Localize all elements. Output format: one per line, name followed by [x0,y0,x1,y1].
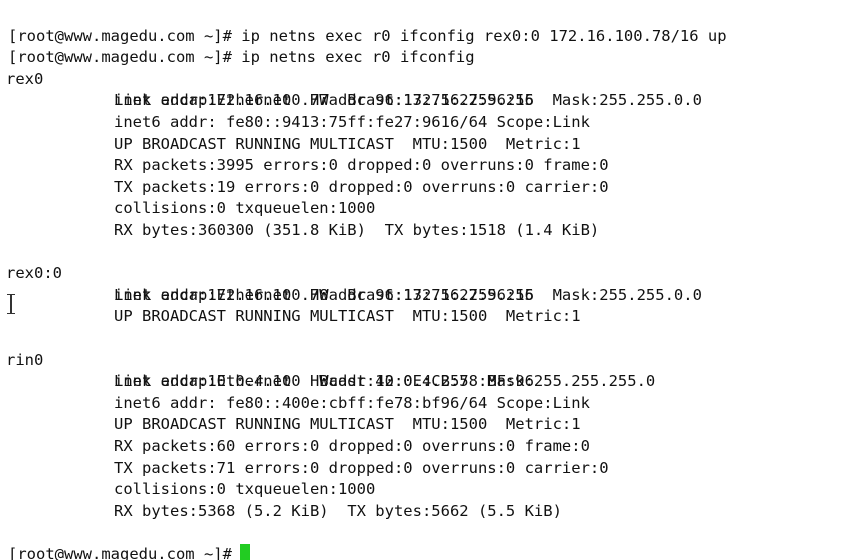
output-line: inet addr:10.0.4.100 Bcast:10.0.4.255 Ma… [0,350,655,390]
interface-detail: UP BROADCAST RUNNING MULTICAST MTU:1500 … [114,134,581,153]
command-text: ip netns exec r0 ifconfig rex0:0 172.16.… [231,26,727,45]
interface-detail: inet addr:172.16.100.78 Bcast:172.16.255… [114,285,702,304]
output-line: rin0 Link encap:Ethernet HWaddr 42:0E:CB… [0,328,534,391]
command-line-1: [root@www.magedu.com ~]# ip netns exec r… [0,4,727,45]
output-line: rex0 Link encap:Ethernet HWaddr 96:13:75… [0,47,534,110]
shell-prompt: [root@www.magedu.com ~]# [8,26,232,45]
output-line: inet6 addr: fe80::9413:75ff:fe27:9616/64… [0,90,590,131]
interface-detail: UP BROADCAST RUNNING MULTICAST MTU:1500 … [114,415,581,434]
interface-detail: RX packets:60 errors:0 dropped:0 overrun… [114,436,590,455]
interface-detail: inet6 addr: fe80::400e:cbff:fe78:bf96/64… [114,393,590,412]
text-cursor-block[interactable] [239,543,250,560]
output-line: inet addr:172.16.100.78 Bcast:172.16.255… [0,263,702,304]
output-line: RX bytes:5368 (5.2 KiB) TX bytes:5662 (5… [0,479,562,520]
output-line: RX packets:60 errors:0 dropped:0 overrun… [0,414,590,455]
output-line: RX packets:3995 errors:0 dropped:0 overr… [0,134,609,174]
command-text: ip netns exec r0 ifconfig [231,48,475,67]
terminal-window[interactable]: [root@www.magedu.com ~]# ip netns exec r… [0,0,855,560]
output-line: rex0:0 Link encap:Ethernet HWaddr 96:13:… [0,242,534,304]
interface-detail: TX packets:19 errors:0 dropped:0 overrun… [114,177,609,196]
command-line-2: [root@www.magedu.com ~]# ip netns exec r… [0,26,475,66]
interface-detail: RX packets:3995 errors:0 dropped:0 overr… [114,156,609,175]
shell-prompt: [root@www.magedu.com ~]# [8,544,232,560]
interface-detail: RX bytes:5368 (5.2 KiB) TX bytes:5662 (5… [114,501,562,520]
ibeam-cursor-icon [7,293,15,315]
output-line: TX packets:71 errors:0 dropped:0 overrun… [0,436,609,477]
output-line: inet6 addr: fe80::400e:cbff:fe78:bf96/64… [0,371,590,412]
interface-detail: TX packets:71 errors:0 dropped:0 overrun… [114,458,609,477]
interface-detail: collisions:0 txqueuelen:1000 [114,199,376,218]
output-line: collisions:0 txqueuelen:1000 [0,177,375,217]
output-line: inet addr:172.16.100.77 Bcast:172.16.255… [0,69,702,109]
output-line: UP BROADCAST RUNNING MULTICAST MTU:1500 … [0,112,581,153]
interface-detail: UP BROADCAST RUNNING MULTICAST MTU:1500 … [114,307,581,326]
output-line: UP BROADCAST RUNNING MULTICAST MTU:1500 … [0,393,581,433]
output-line: RX bytes:360300 (351.8 KiB) TX bytes:151… [0,198,599,239]
output-line: TX packets:19 errors:0 dropped:0 overrun… [0,155,609,196]
interface-detail: inet addr:10.0.4.100 Bcast:10.0.4.255 Ma… [114,372,656,391]
interface-detail: inet addr:172.16.100.77 Bcast:172.16.255… [114,91,702,110]
interface-detail: collisions:0 txqueuelen:1000 [114,480,376,499]
interface-detail: inet6 addr: fe80::9413:75ff:fe27:9616/64… [114,112,590,131]
interface-detail: RX bytes:360300 (351.8 KiB) TX bytes:151… [114,220,600,239]
scrolled-off-line-remnant [0,0,855,2]
output-line: collisions:0 txqueuelen:1000 [0,458,375,498]
active-prompt-line[interactable]: [root@www.magedu.com ~]# [0,522,250,560]
